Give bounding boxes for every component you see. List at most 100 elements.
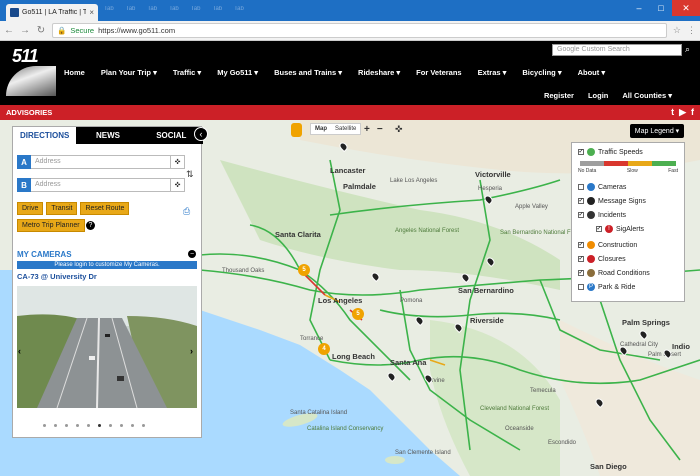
map-type-satellite[interactable]: Satellite [331,124,360,134]
transit-button[interactable]: Transit [46,202,78,215]
previous-camera-icon[interactable]: ‹ [18,346,21,356]
carousel-dot[interactable] [142,424,145,427]
carousel-dot[interactable] [109,424,112,427]
zoom-out-button[interactable]: − [377,124,383,135]
print-icon[interactable]: ⎙ [183,206,190,217]
legend-cameras[interactable]: Cameras [578,183,626,191]
search-icon[interactable]: ⌕ [685,44,696,55]
youtube-icon[interactable]: ▶ [679,107,686,118]
swap-addresses-icon[interactable]: ⇅ [186,169,194,180]
close-window-icon[interactable]: ✕ [672,0,700,16]
legend-sigalerts[interactable]: ✓ ! SigAlerts [596,225,644,233]
legend-message-signs[interactable]: ✓ Message Signs [578,197,646,205]
county-select[interactable]: All Counties ▾ [622,91,672,100]
nav-my-go511[interactable]: My Go511 ▾ [217,68,258,77]
minimize-icon[interactable]: – [628,0,650,16]
background-tab[interactable]: Tab [104,6,114,12]
checkbox-unchecked[interactable] [578,284,584,290]
metro-trip-planner-button[interactable]: Metro Trip Planner [17,219,85,232]
carousel-dot[interactable] [54,424,57,427]
carousel-dot[interactable] [120,424,123,427]
login-note[interactable]: Please login to customize My Cameras. [17,261,197,269]
legend-park-ride[interactable]: P Park & Ride [578,283,635,291]
background-tab[interactable]: Tab [234,6,244,12]
nav-traffic[interactable]: Traffic ▾ [173,68,201,77]
bookmark-star-icon[interactable]: ☆ [673,25,681,36]
site-logo[interactable]: 511 [6,44,56,102]
checkbox-checked[interactable]: ✓ [578,270,584,276]
map-type-map[interactable]: Map [311,124,331,134]
legend-road-conditions[interactable]: ✓ Road Conditions [578,269,650,277]
checkbox-checked[interactable]: ✓ [578,242,584,248]
camera-title[interactable]: CA-73 @ University Dr [17,272,97,281]
nav-rideshare[interactable]: Rideshare ▾ [358,68,400,77]
nav-bicycling[interactable]: Bicycling ▾ [522,68,561,77]
background-tab[interactable]: Tab [169,6,179,12]
address-a-input[interactable]: Address [31,155,171,169]
checkbox-checked[interactable]: ✓ [596,226,602,232]
maximize-icon[interactable]: □ [650,0,672,16]
camera-cluster[interactable]: 4 [318,343,330,355]
carousel-dot[interactable] [65,424,68,427]
camera-cluster[interactable]: 5 [352,308,364,320]
forward-icon[interactable]: → [20,25,30,36]
street-view-pegman[interactable] [291,123,302,137]
next-camera-icon[interactable]: › [190,346,193,356]
address-b-input[interactable]: Address [31,178,171,192]
checkbox-checked[interactable]: ✓ [578,198,584,204]
nav-buses-trains[interactable]: Buses and Trains ▾ [274,68,342,77]
address-a-marker: A [17,155,31,169]
browser-tab-strip: Go511 | LA Traffic | Trip... × Tab Tab T… [0,0,700,21]
checkbox-checked[interactable]: ✓ [578,256,584,262]
url-field[interactable]: 🔒 Secure https://www.go511.com [52,23,667,38]
carousel-dot[interactable] [131,424,134,427]
background-tab[interactable]: Tab [191,6,201,12]
locate-b-icon[interactable]: ✜ [171,178,185,192]
browser-tab-active[interactable]: Go511 | LA Traffic | Trip... × [6,4,98,21]
nav-about[interactable]: About ▾ [578,68,606,77]
checkbox-checked[interactable]: ✓ [578,149,584,155]
camera-image[interactable] [17,286,197,408]
camera-cluster[interactable]: 5 [298,264,310,276]
twitter-icon[interactable]: t [671,107,674,118]
register-link[interactable]: Register [544,91,574,100]
legend-closures[interactable]: ✓ Closures [578,255,626,263]
tab-directions[interactable]: DIRECTIONS [13,127,77,144]
nav-extras[interactable]: Extras ▾ [478,68,507,77]
reload-icon[interactable]: ↻ [36,25,46,36]
help-icon[interactable]: ? [86,221,95,230]
nav-plan-your-trip[interactable]: Plan Your Trip ▾ [101,68,157,77]
tab-news[interactable]: NEWS [76,127,140,144]
back-icon[interactable]: ← [4,25,14,36]
drive-button[interactable]: Drive [17,202,44,215]
collapse-panel-icon[interactable]: ‹ [194,127,208,141]
nav-home[interactable]: Home [64,68,85,77]
locate-a-icon[interactable]: ✜ [171,155,185,169]
background-tab[interactable]: Tab [212,6,222,12]
locate-me-icon[interactable]: ✜ [395,124,403,135]
city-label: Palmdale [343,182,376,191]
legend-traffic-speeds[interactable]: ✓ Traffic Speeds [578,148,643,156]
carousel-dot[interactable] [87,424,90,427]
map-legend-button[interactable]: Map Legend ▾ [630,124,684,138]
checkbox-checked[interactable]: ✓ [578,212,584,218]
background-tab[interactable]: Tab [126,6,136,12]
login-link[interactable]: Login [588,91,608,100]
reset-route-button[interactable]: Reset Route [80,202,130,215]
menu-icon[interactable]: ⋮ [687,25,696,36]
legend-construction[interactable]: ✓ Construction [578,241,637,249]
carousel-dot-active[interactable] [98,424,101,427]
facebook-icon[interactable]: f [691,107,694,118]
legend-label: Traffic Speeds [598,148,643,156]
carousel-dot[interactable] [76,424,79,427]
background-tab[interactable]: Tab [147,6,157,12]
checkbox-unchecked[interactable] [578,184,584,190]
collapse-cameras-icon[interactable]: − [188,250,196,258]
search-input[interactable]: Google Custom Search [552,44,682,56]
close-tab-icon[interactable]: × [89,8,94,17]
carousel-dot[interactable] [43,424,46,427]
advisories-label[interactable]: ADVISORIES [6,108,52,117]
nav-for-veterans[interactable]: For Veterans [416,68,461,77]
legend-incidents[interactable]: ✓ Incidents [578,211,626,219]
zoom-in-button[interactable]: + [364,124,370,135]
